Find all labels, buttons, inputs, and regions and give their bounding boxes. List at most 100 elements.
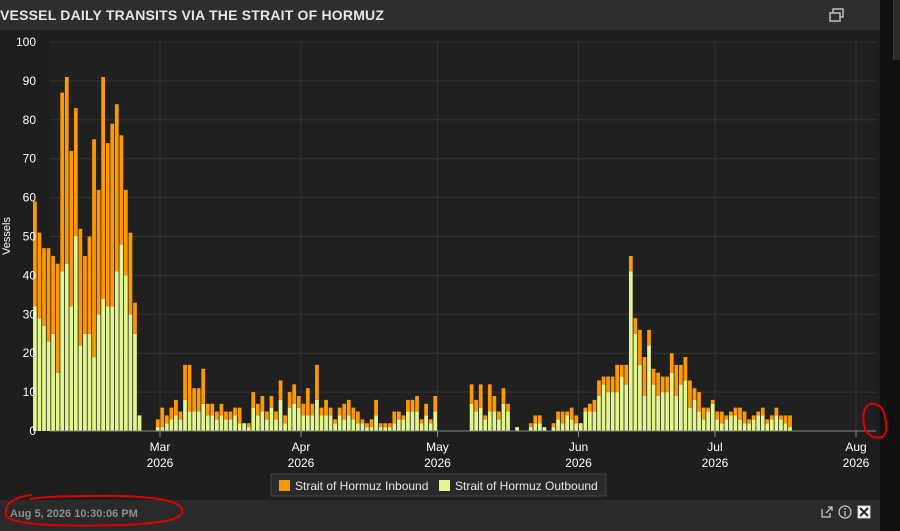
bar-outbound[interactable] xyxy=(60,271,65,431)
bar-outbound[interactable] xyxy=(410,411,415,431)
bar-outbound[interactable] xyxy=(660,392,665,431)
bar-outbound[interactable] xyxy=(560,423,565,431)
bar-inbound[interactable] xyxy=(633,318,638,334)
bar-outbound[interactable] xyxy=(119,244,124,431)
bar-inbound[interactable] xyxy=(374,399,378,416)
bar-outbound[interactable] xyxy=(669,372,674,431)
bar-inbound[interactable] xyxy=(601,376,606,385)
bar-outbound[interactable] xyxy=(774,415,779,431)
bar-inbound[interactable] xyxy=(660,376,665,393)
bar-inbound[interactable] xyxy=(278,380,283,400)
bar-outbound[interactable] xyxy=(487,411,492,431)
bar-inbound[interactable] xyxy=(469,384,474,404)
bar-inbound[interactable] xyxy=(719,411,724,424)
bar-inbound[interactable] xyxy=(233,407,237,416)
bar-outbound[interactable] xyxy=(351,419,356,431)
bar-outbound[interactable] xyxy=(305,415,310,431)
bar-outbound[interactable] xyxy=(137,415,142,431)
bar-inbound[interactable] xyxy=(114,104,119,272)
bar-outbound[interactable] xyxy=(706,411,711,431)
bar-inbound[interactable] xyxy=(738,407,742,420)
bar-outbound[interactable] xyxy=(237,423,242,431)
bar-outbound[interactable] xyxy=(597,395,601,431)
bar-inbound[interactable] xyxy=(119,135,124,245)
bar-inbound[interactable] xyxy=(683,357,688,381)
bar-inbound[interactable] xyxy=(265,411,269,420)
bar-inbound[interactable] xyxy=(360,419,365,424)
bar-outbound[interactable] xyxy=(333,423,338,431)
bar-outbound[interactable] xyxy=(378,427,383,431)
bar-outbound[interactable] xyxy=(255,415,260,431)
bar-outbound[interactable] xyxy=(224,419,228,431)
bar-inbound[interactable] xyxy=(478,384,483,408)
bar-inbound[interactable] xyxy=(365,423,369,428)
bar-outbound[interactable] xyxy=(328,415,333,431)
bar-inbound[interactable] xyxy=(424,403,428,416)
bar-inbound[interactable] xyxy=(196,388,201,412)
bar-outbound[interactable] xyxy=(565,415,570,431)
bar-inbound[interactable] xyxy=(296,395,301,408)
bar-outbound[interactable] xyxy=(374,415,378,431)
bar-outbound[interactable] xyxy=(406,411,410,431)
bar-inbound[interactable] xyxy=(433,395,438,412)
bar-inbound[interactable] xyxy=(497,411,501,420)
bar-inbound[interactable] xyxy=(678,364,683,385)
bar-inbound[interactable] xyxy=(528,423,533,428)
bar-inbound[interactable] xyxy=(205,403,210,416)
bar-outbound[interactable] xyxy=(246,427,251,431)
bar-inbound[interactable] xyxy=(155,419,160,428)
bar-inbound[interactable] xyxy=(474,399,479,412)
bar-outbound[interactable] xyxy=(51,333,55,431)
bar-inbound[interactable] xyxy=(674,364,679,396)
bar-outbound[interactable] xyxy=(356,423,360,431)
bar-outbound[interactable] xyxy=(478,407,483,431)
bar-inbound[interactable] xyxy=(324,399,328,416)
bar-inbound[interactable] xyxy=(178,411,183,420)
bar-outbound[interactable] xyxy=(187,411,192,431)
bar-inbound[interactable] xyxy=(351,407,356,420)
bar-inbound[interactable] xyxy=(774,407,779,416)
bar-inbound[interactable] xyxy=(788,415,792,428)
bar-outbound[interactable] xyxy=(310,415,315,431)
bar-outbound[interactable] xyxy=(433,411,438,431)
bar-inbound[interactable] xyxy=(51,255,55,334)
bar-outbound[interactable] xyxy=(556,419,560,431)
bar-inbound[interactable] xyxy=(688,380,692,408)
bar-outbound[interactable] xyxy=(46,341,51,431)
bar-outbound[interactable] xyxy=(415,411,419,431)
bar-inbound[interactable] xyxy=(610,376,615,393)
bar-inbound[interactable] xyxy=(697,392,701,412)
bar-inbound[interactable] xyxy=(756,411,761,416)
bar-outbound[interactable] xyxy=(656,395,660,431)
bar-inbound[interactable] xyxy=(396,411,401,420)
bar-inbound[interactable] xyxy=(733,407,738,416)
bar-outbound[interactable] xyxy=(283,423,287,431)
bar-inbound[interactable] xyxy=(292,384,297,404)
bar-outbound[interactable] xyxy=(747,423,751,431)
bar-inbound[interactable] xyxy=(769,415,774,420)
bar-inbound[interactable] xyxy=(715,411,720,420)
bar-outbound[interactable] xyxy=(642,395,647,431)
bar-outbound[interactable] xyxy=(133,333,137,431)
bar-inbound[interactable] xyxy=(37,232,42,319)
bar-outbound[interactable] xyxy=(578,423,583,431)
bar-inbound[interactable] xyxy=(124,189,128,276)
bar-inbound[interactable] xyxy=(401,415,406,420)
bar-outbound[interactable] xyxy=(160,427,165,431)
bar-outbound[interactable] xyxy=(506,411,510,431)
bar-outbound[interactable] xyxy=(592,411,597,431)
bar-inbound[interactable] xyxy=(105,143,110,307)
bar-outbound[interactable] xyxy=(574,423,579,431)
bar-inbound[interactable] xyxy=(337,407,342,416)
bar-outbound[interactable] xyxy=(242,423,247,431)
bar-inbound[interactable] xyxy=(192,388,196,412)
bar-outbound[interactable] xyxy=(633,333,638,431)
bar-outbound[interactable] xyxy=(401,419,406,431)
bar-outbound[interactable] xyxy=(788,427,792,431)
bar-outbound[interactable] xyxy=(69,306,74,431)
bar-inbound[interactable] xyxy=(46,248,51,342)
bar-inbound[interactable] xyxy=(33,201,37,307)
bar-inbound[interactable] xyxy=(651,368,656,385)
bar-inbound[interactable] xyxy=(333,419,338,424)
bar-outbound[interactable] xyxy=(701,419,706,431)
